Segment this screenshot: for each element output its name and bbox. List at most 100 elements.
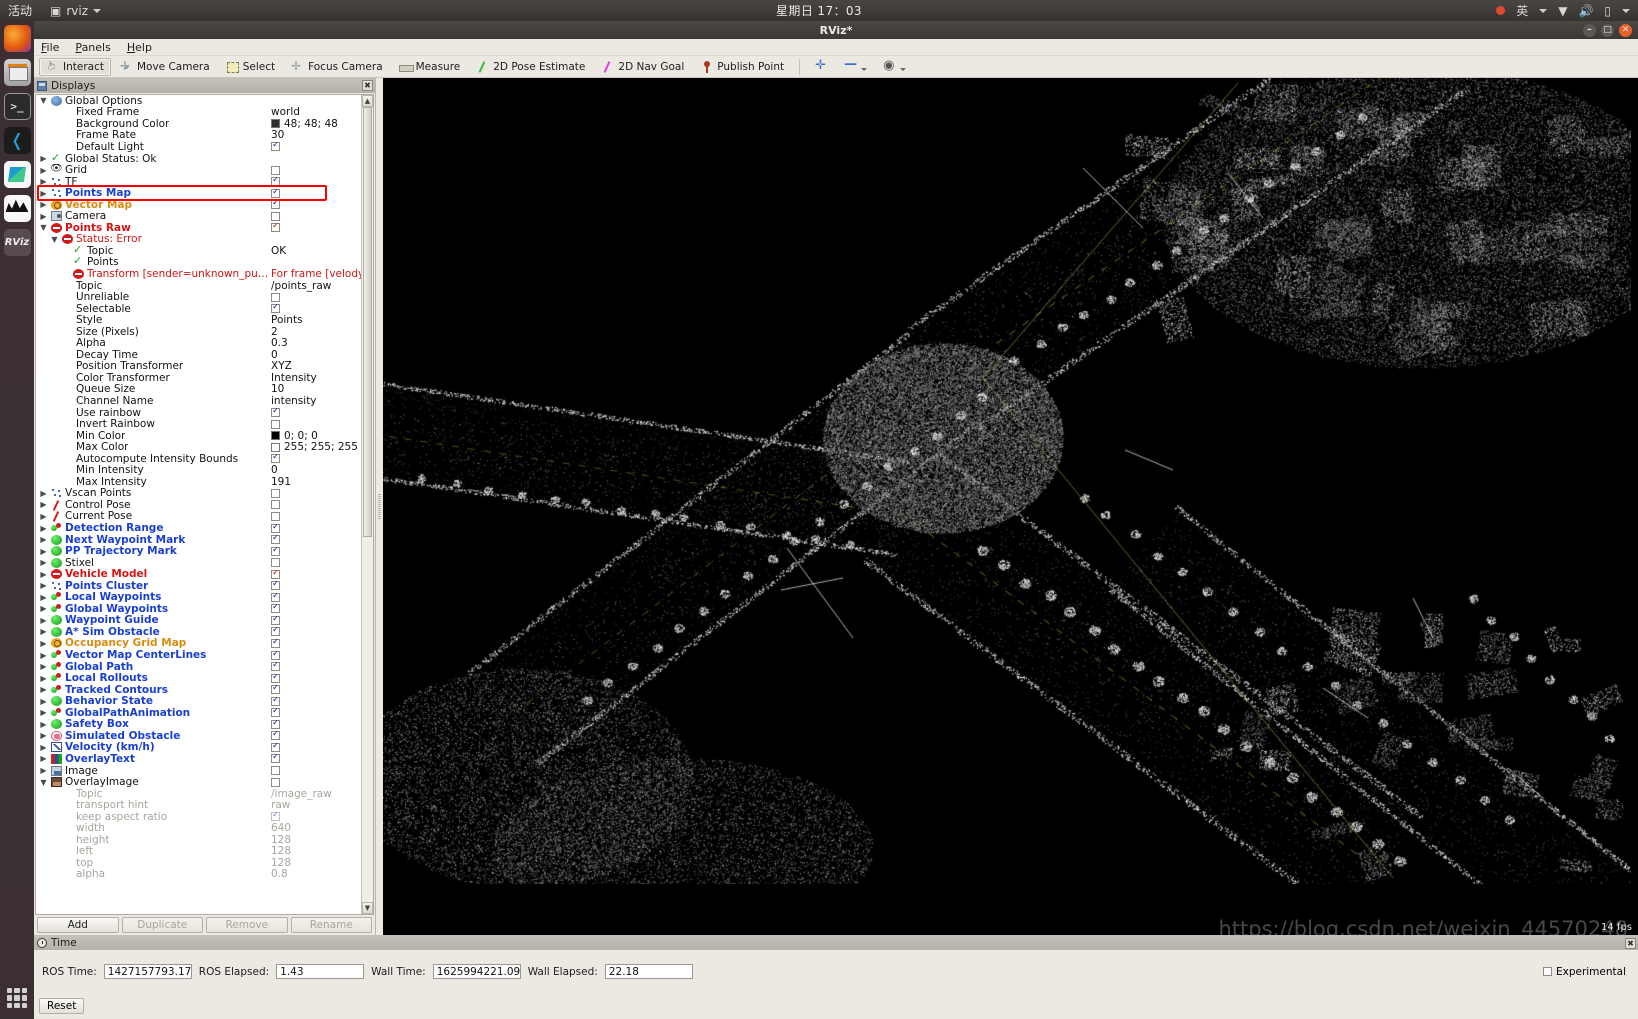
menu-help[interactable]: Help (127, 41, 152, 54)
time-input[interactable]: 1625994221.09 (432, 964, 521, 979)
input-method-icon[interactable]: 英 (1516, 5, 1528, 17)
display-row-value[interactable] (271, 604, 361, 614)
display-checkbox[interactable] (271, 223, 280, 233)
tool-measure[interactable]: Measure (392, 58, 468, 76)
menu-file[interactable]: File (41, 41, 59, 54)
tool-focus-camera[interactable]: Focus Camera (284, 58, 390, 76)
display-row-value[interactable]: 48; 48; 48 (271, 118, 361, 130)
display-checkbox[interactable] (271, 177, 280, 187)
tool-interact[interactable]: Interact (39, 57, 111, 76)
display-row-value[interactable] (271, 627, 361, 637)
display-checkbox[interactable] (271, 754, 280, 764)
display-checkbox[interactable] (271, 731, 280, 741)
display-row[interactable]: ▶ Stixel (36, 557, 361, 569)
display-checkbox[interactable] (271, 292, 280, 302)
display-row[interactable]: Size (Pixels) 2 (36, 326, 361, 338)
display-row-value[interactable]: world (271, 106, 361, 118)
record-icon[interactable] (1496, 6, 1506, 15)
display-row-value[interactable] (271, 408, 361, 418)
chevron-right-icon[interactable]: ▶ (39, 754, 48, 763)
display-checkbox[interactable] (271, 604, 280, 614)
show-applications-button[interactable] (4, 985, 30, 1011)
chevron-right-icon[interactable]: ▶ (39, 604, 48, 613)
chevron-right-icon[interactable]: ▶ (39, 200, 48, 209)
display-row-value[interactable] (271, 731, 361, 741)
volume-icon[interactable]: 🔊 (1578, 5, 1593, 17)
dock-item-autoware[interactable] (3, 195, 31, 222)
display-checkbox[interactable] (271, 592, 280, 602)
display-checkbox[interactable] (271, 535, 280, 545)
scroll-up-icon[interactable]: ▲ (362, 95, 373, 107)
display-row-value[interactable] (271, 304, 361, 314)
display-row-value[interactable] (271, 558, 361, 568)
chevron-right-icon[interactable]: ▶ (39, 189, 48, 198)
display-row-value[interactable]: XYZ (271, 360, 361, 372)
chevron-right-icon[interactable]: ▶ (39, 697, 48, 706)
display-row-value[interactable]: 2 (271, 326, 361, 338)
displays-tree-scrollbar[interactable]: ▲ ▼ (361, 95, 373, 914)
display-row-value[interactable] (271, 812, 361, 822)
chevron-right-icon[interactable]: ▶ (39, 558, 48, 567)
dock-item-blueapp[interactable] (3, 161, 31, 188)
display-row[interactable]: ▶ Vector Map CenterLines (36, 649, 361, 661)
dock-item-files[interactable] (3, 59, 31, 86)
display-row[interactable]: ▶ PP Trajectory Mark (36, 545, 361, 557)
chevron-right-icon[interactable]: ▶ (39, 674, 48, 683)
display-checkbox[interactable] (271, 708, 280, 718)
display-row[interactable]: Queue Size 10 (36, 383, 361, 395)
display-checkbox[interactable] (271, 488, 280, 498)
display-row[interactable]: ▶ Next Waypoint Mark (36, 534, 361, 546)
display-row[interactable]: ▶ A* Sim Obstacle (36, 626, 361, 638)
display-row[interactable]: Background Color 48; 48; 48 (36, 118, 361, 130)
display-row-value[interactable] (271, 500, 361, 510)
display-row[interactable]: Selectable (36, 303, 361, 315)
display-row[interactable]: Points (36, 256, 361, 268)
display-checkbox[interactable] (271, 650, 280, 660)
display-row[interactable]: Style Points (36, 314, 361, 326)
display-checkbox[interactable] (271, 581, 280, 591)
display-row-value[interactable]: raw (271, 799, 361, 811)
display-row[interactable]: ▶ GlobalPathAnimation (36, 707, 361, 719)
display-row[interactable]: ▶ Camera (36, 210, 361, 222)
display-checkbox[interactable] (271, 696, 280, 706)
display-row-value[interactable]: 0 (271, 464, 361, 476)
scrollbar-thumb[interactable] (363, 107, 372, 537)
display-row-value[interactable] (271, 523, 361, 533)
tool-eye-icon[interactable] (876, 58, 913, 76)
display-row-value[interactable]: 0 (271, 349, 361, 361)
display-row-value[interactable] (271, 569, 361, 579)
display-row-value[interactable] (271, 719, 361, 729)
display-row[interactable]: ▶ Global Status: Ok (36, 153, 361, 165)
dock-item-firefox[interactable] (3, 25, 31, 52)
display-row-value[interactable]: 0.8 (271, 868, 361, 880)
chevron-right-icon[interactable]: ▶ (39, 177, 48, 186)
display-row[interactable]: Topic OK (36, 245, 361, 257)
display-row[interactable]: ▶ TF (36, 176, 361, 188)
display-row[interactable]: Invert Rainbow (36, 418, 361, 430)
dock-item-vscode[interactable]: ❬ (3, 127, 31, 154)
experimental-toggle[interactable]: Experimental (1542, 966, 1626, 978)
display-row[interactable]: ▶ OverlayText (36, 753, 361, 765)
display-row[interactable]: ▶ Global Path (36, 661, 361, 673)
display-checkbox[interactable] (271, 454, 280, 464)
chevron-right-icon[interactable]: ▶ (39, 651, 48, 660)
display-row[interactable]: ▶ Safety Box (36, 718, 361, 730)
chevron-right-icon[interactable]: ▶ (39, 547, 48, 556)
display-checkbox[interactable] (271, 812, 280, 822)
chevron-right-icon[interactable]: ▶ (39, 512, 48, 521)
display-row[interactable]: alpha 0.8 (36, 868, 361, 880)
display-checkbox[interactable] (271, 188, 280, 198)
chevron-down-icon[interactable]: ▼ (39, 223, 48, 232)
display-checkbox[interactable] (271, 500, 280, 510)
display-row[interactable]: ▶ Points Cluster (36, 580, 361, 592)
display-row[interactable]: Fixed Frame world (36, 106, 361, 118)
experimental-checkbox[interactable] (1542, 967, 1552, 976)
color-swatch[interactable] (271, 442, 280, 452)
wifi-icon[interactable]: ▼ (1558, 5, 1567, 17)
chevron-down-icon[interactable]: ▼ (39, 96, 48, 105)
display-checkbox[interactable] (271, 777, 280, 787)
display-row[interactable]: ▶ Control Pose (36, 499, 361, 511)
display-row[interactable]: Alpha 0.3 (36, 337, 361, 349)
display-row-value[interactable]: OK (271, 245, 361, 257)
display-row[interactable]: ▶ Global Waypoints (36, 603, 361, 615)
